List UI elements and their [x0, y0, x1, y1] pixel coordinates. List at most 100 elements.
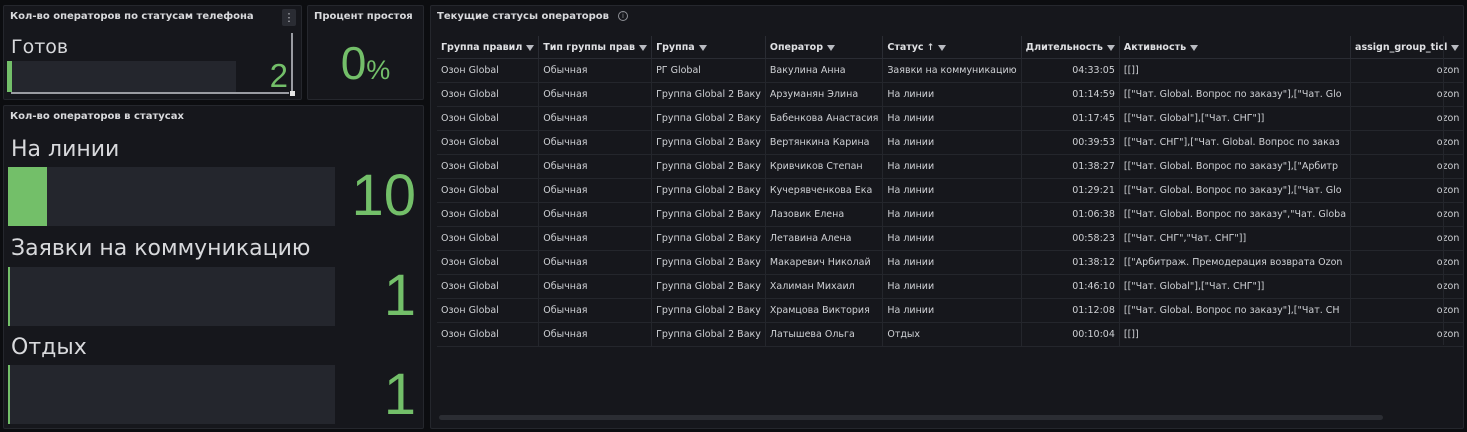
table-cell: Халиман Михаил	[765, 274, 884, 299]
table-cell: Группа Global 2 Ваку	[651, 178, 766, 203]
table-row[interactable]: Озон Global Обычная Группа Global 2 Ваку Ла…	[437, 322, 1463, 347]
filter-icon[interactable]	[938, 44, 947, 51]
column-header[interactable]: Оператор	[765, 36, 884, 59]
table-cell: 01:46:10	[1021, 274, 1120, 299]
table-cell: Заявки на коммуникацию	[882, 58, 1022, 83]
table-cell: Группа Global 2 Ваку	[651, 322, 766, 347]
table-cell: ozon	[1350, 322, 1463, 347]
filter-icon[interactable]	[1190, 44, 1199, 51]
column-header[interactable]: Активность	[1119, 36, 1352, 59]
column-header-label: Длительность	[1025, 41, 1103, 53]
table-cell: Летавина Алена	[765, 226, 884, 251]
table-row[interactable]: Озон Global Обычная Группа Global 2 Ваку Ку…	[437, 178, 1463, 203]
table-row[interactable]: Озон Global Обычная Группа Global 2 Ваку Ба…	[437, 106, 1463, 131]
table-cell: [[]]	[1119, 322, 1352, 347]
table-cell: ozon	[1350, 106, 1463, 131]
table-cell: 01:17:45	[1021, 106, 1120, 131]
filter-icon[interactable]	[639, 44, 648, 51]
table-cell: Группа Global 2 Ваку	[651, 250, 766, 275]
table-cell: На линии	[882, 178, 1022, 203]
column-header[interactable]: Группа правил	[437, 36, 540, 59]
table-cell: Озон Global	[437, 226, 540, 251]
info-icon[interactable]: i	[617, 11, 628, 21]
table-header-row: Группа правил Тип группы прав Группа Операт…	[437, 36, 1463, 59]
table-cell: На линии	[882, 298, 1022, 323]
table-cell: Озон Global	[437, 58, 540, 83]
table-cell: Группа Global 2 Ваку	[651, 298, 766, 323]
table-cell: Вертянкина Карина	[765, 130, 884, 155]
column-header-label: Оператор	[769, 41, 824, 53]
operators-table: Группа правил Тип группы прав Группа Операт…	[437, 36, 1463, 347]
table-cell: Обычная	[538, 82, 653, 107]
table-cell: 00:58:23	[1021, 226, 1120, 251]
resize-handle[interactable]	[290, 91, 295, 96]
table-cell: Кучерявченкова Ека	[765, 178, 884, 203]
table-row[interactable]: Озон Global Обычная РГ Global Вакулина Анна…	[437, 58, 1463, 83]
column-header[interactable]: Тип группы прав	[538, 36, 653, 59]
panel-title: Процент простоя	[314, 11, 413, 22]
table-row[interactable]: Озон Global Обычная Группа Global 2 Ваку Ар…	[437, 82, 1463, 107]
table-row[interactable]: Озон Global Обычная Группа Global 2 Ваку Хр…	[437, 298, 1463, 323]
filter-icon[interactable]	[526, 44, 535, 51]
filter-icon[interactable]	[1106, 44, 1115, 51]
table-row[interactable]: Озон Global Обычная Группа Global 2 Ваку Ве…	[437, 130, 1463, 155]
table-cell: Обычная	[538, 274, 653, 299]
table-row[interactable]: Озон Global Обычная Группа Global 2 Ваку Кр…	[437, 154, 1463, 179]
table-cell: Отдых	[882, 322, 1022, 347]
table-cell: [["Чат. Global. Вопрос по заказу"],["Чат…	[1119, 298, 1352, 323]
table-cell: ozon	[1350, 154, 1463, 179]
table-cell: ozon	[1350, 202, 1463, 227]
table-cell: ozon	[1350, 274, 1463, 299]
table-cell: Арзуманян Элина	[765, 82, 884, 107]
status-label-online: На линии	[11, 137, 120, 162]
table-cell: Озон Global	[437, 178, 540, 203]
table-cell: Озон Global	[437, 274, 540, 299]
panel-bottom-scrollbar[interactable]	[11, 92, 289, 94]
table-cell: Группа Global 2 Ваку	[651, 154, 766, 179]
column-header[interactable]: Группа	[651, 36, 766, 59]
panel-menu-icon[interactable]: ⋮	[282, 9, 296, 26]
table-cell: Обычная	[538, 322, 653, 347]
sort-asc-icon[interactable]: ↑	[927, 43, 935, 53]
idle-percent-panel: Процент простоя 0%	[307, 5, 424, 100]
table-cell: Кривчиков Степан	[765, 154, 884, 179]
filter-icon[interactable]	[1451, 44, 1460, 51]
status-label-rest: Отдых	[11, 335, 87, 360]
table-cell: На линии	[882, 106, 1022, 131]
status-bar-fill	[8, 365, 10, 424]
table-row[interactable]: Озон Global Обычная Группа Global 2 Ваку Ма…	[437, 250, 1463, 275]
table-cell: Обычная	[538, 202, 653, 227]
table-cell: ozon	[1350, 58, 1463, 83]
table-right-divider	[1443, 36, 1444, 345]
column-header[interactable]: Статус ↑	[882, 36, 1022, 59]
table-row[interactable]: Озон Global Обычная Группа Global 2 Ваку Ха…	[437, 274, 1463, 299]
table-cell: [["Чат. Global"],["Чат. СНГ"]]	[1119, 274, 1352, 299]
table-cell: Группа Global 2 Ваку	[651, 130, 766, 155]
panel-scrollbar[interactable]	[291, 33, 293, 95]
filter-icon[interactable]	[698, 44, 707, 51]
table-cell: ozon	[1350, 130, 1463, 155]
table-cell: ozon	[1350, 82, 1463, 107]
table-cell: 00:39:53	[1021, 130, 1120, 155]
table-cell: [["Чат. Global. Вопрос по заказу","Чат. …	[1119, 202, 1352, 227]
column-header[interactable]: assign_group_ticl	[1350, 36, 1463, 59]
table-cell: Храмцова Виктория	[765, 298, 884, 323]
table-cell: Озон Global	[437, 82, 540, 107]
table-cell: Озон Global	[437, 130, 540, 155]
column-header[interactable]: Длительность	[1021, 36, 1120, 59]
filter-icon[interactable]	[827, 44, 836, 51]
table-cell: Озон Global	[437, 106, 540, 131]
phone-status-panel: Кол-во операторов по статусам телефона ⋮…	[3, 5, 302, 100]
panel-title: Кол-во операторов в статусах	[10, 111, 184, 122]
column-header-label: Статус	[887, 41, 924, 53]
table-cell: [[]]	[1119, 58, 1352, 83]
horizontal-scrollbar[interactable]	[439, 415, 1383, 420]
table-row[interactable]: Озон Global Обычная Группа Global 2 Ваку Ле…	[437, 226, 1463, 251]
table-cell: Обычная	[538, 130, 653, 155]
table-cell: 01:38:12	[1021, 250, 1120, 275]
status-value-rest: 1	[383, 362, 416, 427]
panel-title: Текущие статусы операторов i	[437, 11, 628, 22]
table-cell: Группа Global 2 Ваку	[651, 82, 766, 107]
table-body: Озон Global Обычная РГ Global Вакулина Анна…	[437, 58, 1463, 347]
table-row[interactable]: Озон Global Обычная Группа Global 2 Ваку Ла…	[437, 202, 1463, 227]
